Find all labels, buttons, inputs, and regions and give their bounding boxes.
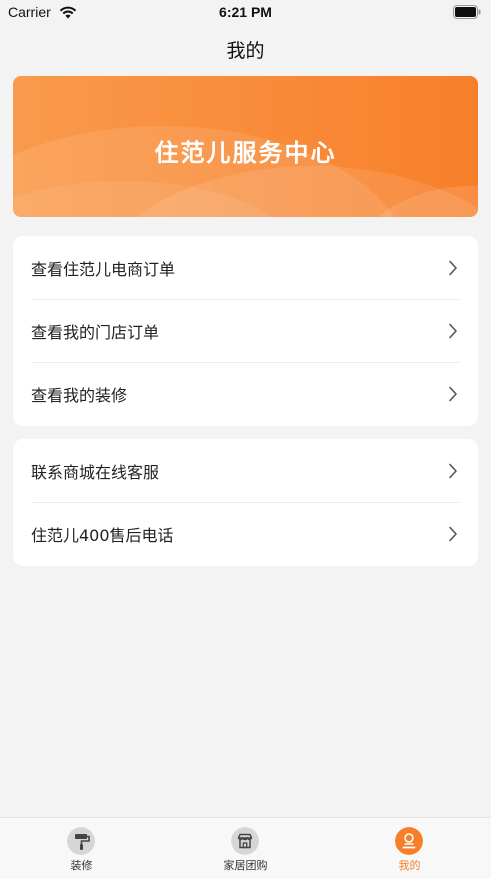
tab-renovation[interactable]: 装修: [0, 818, 163, 878]
tab-bar: 装修 家居团购 我的: [0, 817, 491, 877]
banner-title: 住范儿服务中心: [154, 139, 337, 167]
status-bar: Carrier 6:21 PM: [0, 0, 491, 26]
chevron-right-icon: [449, 323, 457, 339]
menu-item-label: 查看住范儿电商订单: [31, 259, 176, 279]
battery-icon: [453, 5, 481, 19]
tab-label: 家居团购: [223, 859, 268, 872]
service-center-banner[interactable]: 住范儿服务中心: [13, 76, 478, 217]
store-icon: [231, 827, 259, 855]
paint-roller-icon: [67, 827, 95, 855]
menu-item-label: 查看我的门店订单: [31, 322, 160, 342]
tab-label: 我的: [398, 859, 421, 872]
tab-label: 装修: [70, 859, 93, 872]
clock: 6:21 PM: [219, 4, 272, 20]
menu-item-my-renovation[interactable]: 查看我的装修: [13, 362, 478, 425]
chevron-right-icon: [449, 386, 457, 402]
chevron-right-icon: [449, 526, 457, 542]
chevron-right-icon: [449, 260, 457, 276]
menu-item-store-orders[interactable]: 查看我的门店订单: [13, 299, 478, 362]
tab-home-group-buy[interactable]: 家居团购: [164, 818, 327, 878]
profile-icon: [395, 827, 423, 855]
menu-item-label: 住范儿400售后电话: [31, 525, 174, 545]
chevron-right-icon: [449, 463, 457, 479]
page-title: 我的: [226, 40, 265, 62]
menu-item-online-customer-service[interactable]: 联系商城在线客服: [13, 439, 478, 502]
menu-item-after-sales-hotline[interactable]: 住范儿400售后电话: [13, 502, 478, 565]
orders-menu-card: 查看住范儿电商订单 查看我的门店订单 查看我的装修: [13, 236, 478, 426]
support-menu-card: 联系商城在线客服 住范儿400售后电话: [13, 439, 478, 566]
tab-mine[interactable]: 我的: [328, 818, 491, 878]
menu-item-label: 查看我的装修: [31, 385, 128, 405]
menu-item-ecommerce-orders[interactable]: 查看住范儿电商订单: [13, 236, 478, 299]
menu-item-label: 联系商城在线客服: [31, 462, 160, 482]
